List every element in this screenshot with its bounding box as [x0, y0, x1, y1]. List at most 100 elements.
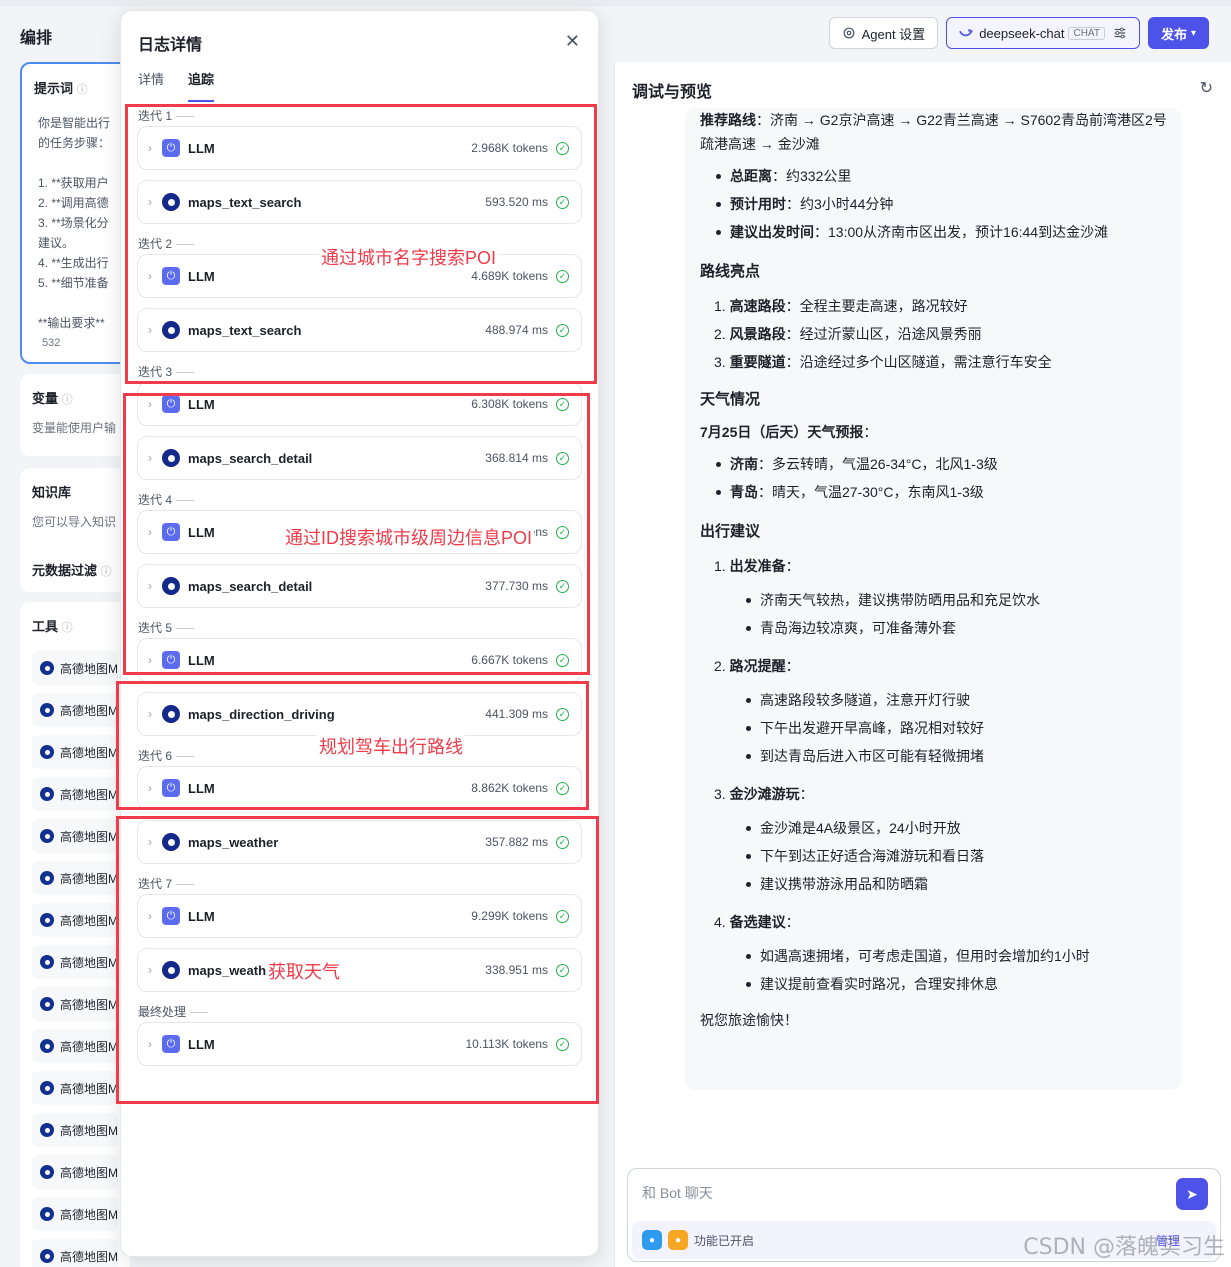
tool-item[interactable]: 高德地图M — [32, 1071, 118, 1105]
tool-item-label: 高德地图M — [60, 745, 118, 760]
closing-text: 祝您旅途愉快！ — [700, 1012, 798, 1028]
tool-item-label: 高德地图M — [60, 787, 118, 802]
bullet-key: 总距离 — [730, 168, 772, 184]
advice-item: 1. 出发准备： 济南天气较热，建议携带防晒用品和充足饮水 青岛海边较凉爽，可准备薄… — [714, 552, 1170, 642]
highlights-list: 1. 高速路段：全程主要走高速，路况较好 2. 风景路段：经过沂蒙山区，沿途风景秀… — [714, 292, 1170, 376]
tab-details[interactable]: 详情 — [138, 69, 164, 102]
tool-item[interactable]: 高德地图M — [32, 1239, 118, 1267]
bullet-value: ：约3小时44分钟 — [786, 196, 894, 212]
item-key: 重要隧道 — [729, 354, 786, 370]
agent-settings-button[interactable]: Agent 设置 — [828, 17, 939, 49]
colon: ： — [785, 914, 800, 930]
tool-item[interactable]: 高德地图M — [32, 693, 118, 727]
item-number: 2. — [714, 658, 730, 674]
tool-item[interactable]: 高德地图M — [32, 1197, 118, 1231]
advice-list: 1. 出发准备： 济南天气较热，建议携带防晒用品和充足饮水 青岛海边较凉爽，可准备薄… — [714, 552, 1170, 998]
advice-item-title: 1. 出发准备： — [714, 552, 1170, 580]
variables-card: 变量 ⓘ 变量能使用户输 — [20, 374, 130, 456]
item-number: 3. — [714, 354, 730, 370]
tools-title: 工具 ⓘ — [32, 619, 73, 634]
metadata-filter-title[interactable]: 元数据过滤 ⓘ — [20, 530, 130, 579]
advice-item-title: 3. 金沙滩游玩： — [714, 780, 1170, 808]
tool-list: 高德地图M 高德地图M 高德地图M 高德地图M 高德地图M 高德地图M 高德地图M 高德地图M… — [20, 635, 130, 1267]
knowledge-card: 知识库 您可以导入知识 元数据过滤 ⓘ — [20, 468, 130, 592]
advice-item: 3. 金沙滩游玩： 金沙滩是4A级景区，24小时开放 下午到达正好适合海滩游玩和看日… — [714, 780, 1170, 898]
debug-preview-panel: 调试与预览 ↻ 推荐路线：济南 → G2京沪高速 → G22青兰高速 → S76… — [614, 62, 1231, 1267]
chat-input[interactable]: 和 Bot 聊天 — [642, 1183, 713, 1203]
tool-item[interactable]: 高德地图M — [32, 735, 118, 769]
advice-item-title: 4. 备选建议： — [714, 908, 1170, 936]
refresh-icon[interactable]: ↻ — [1200, 78, 1213, 98]
advice-item: 4. 备选建议： 如遇高速拥堵，可考虑走国道，但用时会增加约1小时 建议提前查看实时… — [714, 908, 1170, 998]
tool-item[interactable]: 高德地图M — [32, 1155, 118, 1189]
tool-item-label: 高德地图M — [60, 955, 118, 970]
amap-logo-icon — [40, 787, 54, 801]
gear-icon — [843, 27, 855, 39]
knowledge-desc: 您可以导入知识 — [32, 515, 117, 529]
tool-item-label: 高德地图M — [60, 913, 118, 928]
item-key: 路况提醒 — [729, 658, 786, 674]
amap-logo-icon — [40, 1249, 54, 1263]
tool-item[interactable]: 高德地图M — [32, 1113, 118, 1147]
advice-bullet: 到达青岛后进入市区可能有轻微拥堵 — [746, 742, 1170, 770]
prompt-title: 提示词 ⓘ — [34, 81, 88, 96]
advice-item: 2. 路况提醒： 高速路段较多隧道，注意开灯行驶 下午出发避开早高峰，路况相对较好到… — [714, 652, 1170, 770]
model-name: deepseek-chat — [979, 25, 1065, 41]
sliders-icon[interactable] — [1113, 26, 1127, 40]
tool-item[interactable]: 高德地图M — [32, 861, 118, 895]
prompt-line: 1. **获取用户 — [38, 176, 109, 190]
top-divider — [0, 0, 1231, 6]
amap-logo-icon — [40, 955, 54, 969]
item-value: ：经过沂蒙山区，沿途风景秀丽 — [785, 326, 982, 342]
bullet-value: ：约332公里 — [772, 168, 852, 184]
item-number: 4. — [714, 914, 730, 930]
prompt-line: 4. **生成出行 — [38, 256, 109, 270]
bullet-item: 青岛：晴天，气温27-30°C，东南风1-3级 — [716, 478, 1170, 506]
bullet-key: 预计用时 — [730, 196, 786, 212]
amap-logo-icon — [40, 1207, 54, 1221]
advice-bullet: 济南天气较热，建议携带防晒用品和充足饮水 — [746, 586, 1170, 614]
log-detail-modal: 日志详情 ✕ 详情 追踪 迭代 1 › ⏻ LLM 2.968K tokens ✓ › map… — [116, 10, 599, 1257]
tool-item-label: 高德地图M — [60, 661, 118, 676]
close-icon[interactable]: ✕ — [565, 31, 580, 52]
tool-item-label: 高德地图M — [60, 829, 118, 844]
tool-item[interactable]: 高德地图M — [32, 903, 118, 937]
tool-item-label: 高德地图M — [60, 1207, 118, 1222]
amap-logo-icon — [40, 703, 54, 717]
weather-date: 7月25日（后天）天气预报 — [700, 424, 864, 440]
advice-sublist: 高速路段较多隧道，注意开灯行驶 下午出发避开早高峰，路况相对较好 到达青岛后进入市区… — [746, 686, 1170, 770]
page-title: 编排 — [20, 30, 53, 47]
bullet-key: 建议出发时间 — [730, 224, 814, 240]
send-button[interactable]: ➤ — [1176, 1178, 1208, 1210]
bullet-item: 建议出发时间：13:00从济南市区出发，预计16:44到达金沙滩 — [716, 218, 1170, 246]
item-key: 金沙滩游玩 — [729, 786, 800, 802]
advice-bullet: 金沙滩是4A级景区，24小时开放 — [746, 814, 1170, 842]
prompt-line: 2. **调用高德 — [38, 196, 109, 210]
tool-item[interactable]: 高德地图M — [32, 651, 118, 685]
prompt-line: 你是智能出行 — [38, 116, 111, 130]
prompt-text[interactable]: 你是智能出行 的任务步骤： 1. **获取用户 2. **调用高德 3. **场景化分建… — [22, 97, 128, 333]
amap-logo-icon — [40, 1081, 54, 1095]
annotation-label-poi-search: 通过城市名字搜索POI — [319, 244, 499, 270]
item-number: 2. — [714, 326, 730, 342]
prompt-card[interactable]: 提示词 ⓘ 你是智能出行 的任务步骤： 1. **获取用户 2. **调用高德 3. *… — [20, 62, 130, 364]
tool-item-label: 高德地图M — [60, 1249, 118, 1264]
publish-button[interactable]: 发布 ▾ — [1147, 17, 1209, 49]
prompt-char-count: 532 — [42, 337, 61, 349]
tool-item[interactable]: 高德地图M — [32, 777, 118, 811]
info-icon: ⓘ — [76, 84, 88, 96]
tool-item[interactable]: 高德地图M — [32, 945, 118, 979]
tool-item[interactable]: 高德地图M — [32, 987, 118, 1021]
route-summary: 推荐路线：济南 → G2京沪高速 → G22青兰高速 → S7602青岛前湾港区… — [700, 108, 1170, 156]
item-key: 高速路段 — [729, 298, 786, 314]
annotation-box-weather — [116, 816, 599, 1104]
bullet-item: 济南：多云转晴，气温26-34°C，北风1-3级 — [716, 450, 1170, 478]
tab-trace[interactable]: 追踪 — [188, 69, 215, 102]
model-type-badge: CHAT — [1068, 26, 1105, 40]
model-selector[interactable]: deepseek-chat CHAT — [946, 17, 1140, 49]
tool-item-label: 高德地图M — [60, 703, 118, 718]
bullet-list: 总距离：约332公里预计用时：约3小时44分钟建议出发时间：13:00从济南市区… — [716, 162, 1170, 246]
tool-item[interactable]: 高德地图M — [32, 1029, 118, 1063]
tool-item[interactable]: 高德地图M — [32, 819, 118, 853]
prompt-line — [38, 153, 112, 173]
